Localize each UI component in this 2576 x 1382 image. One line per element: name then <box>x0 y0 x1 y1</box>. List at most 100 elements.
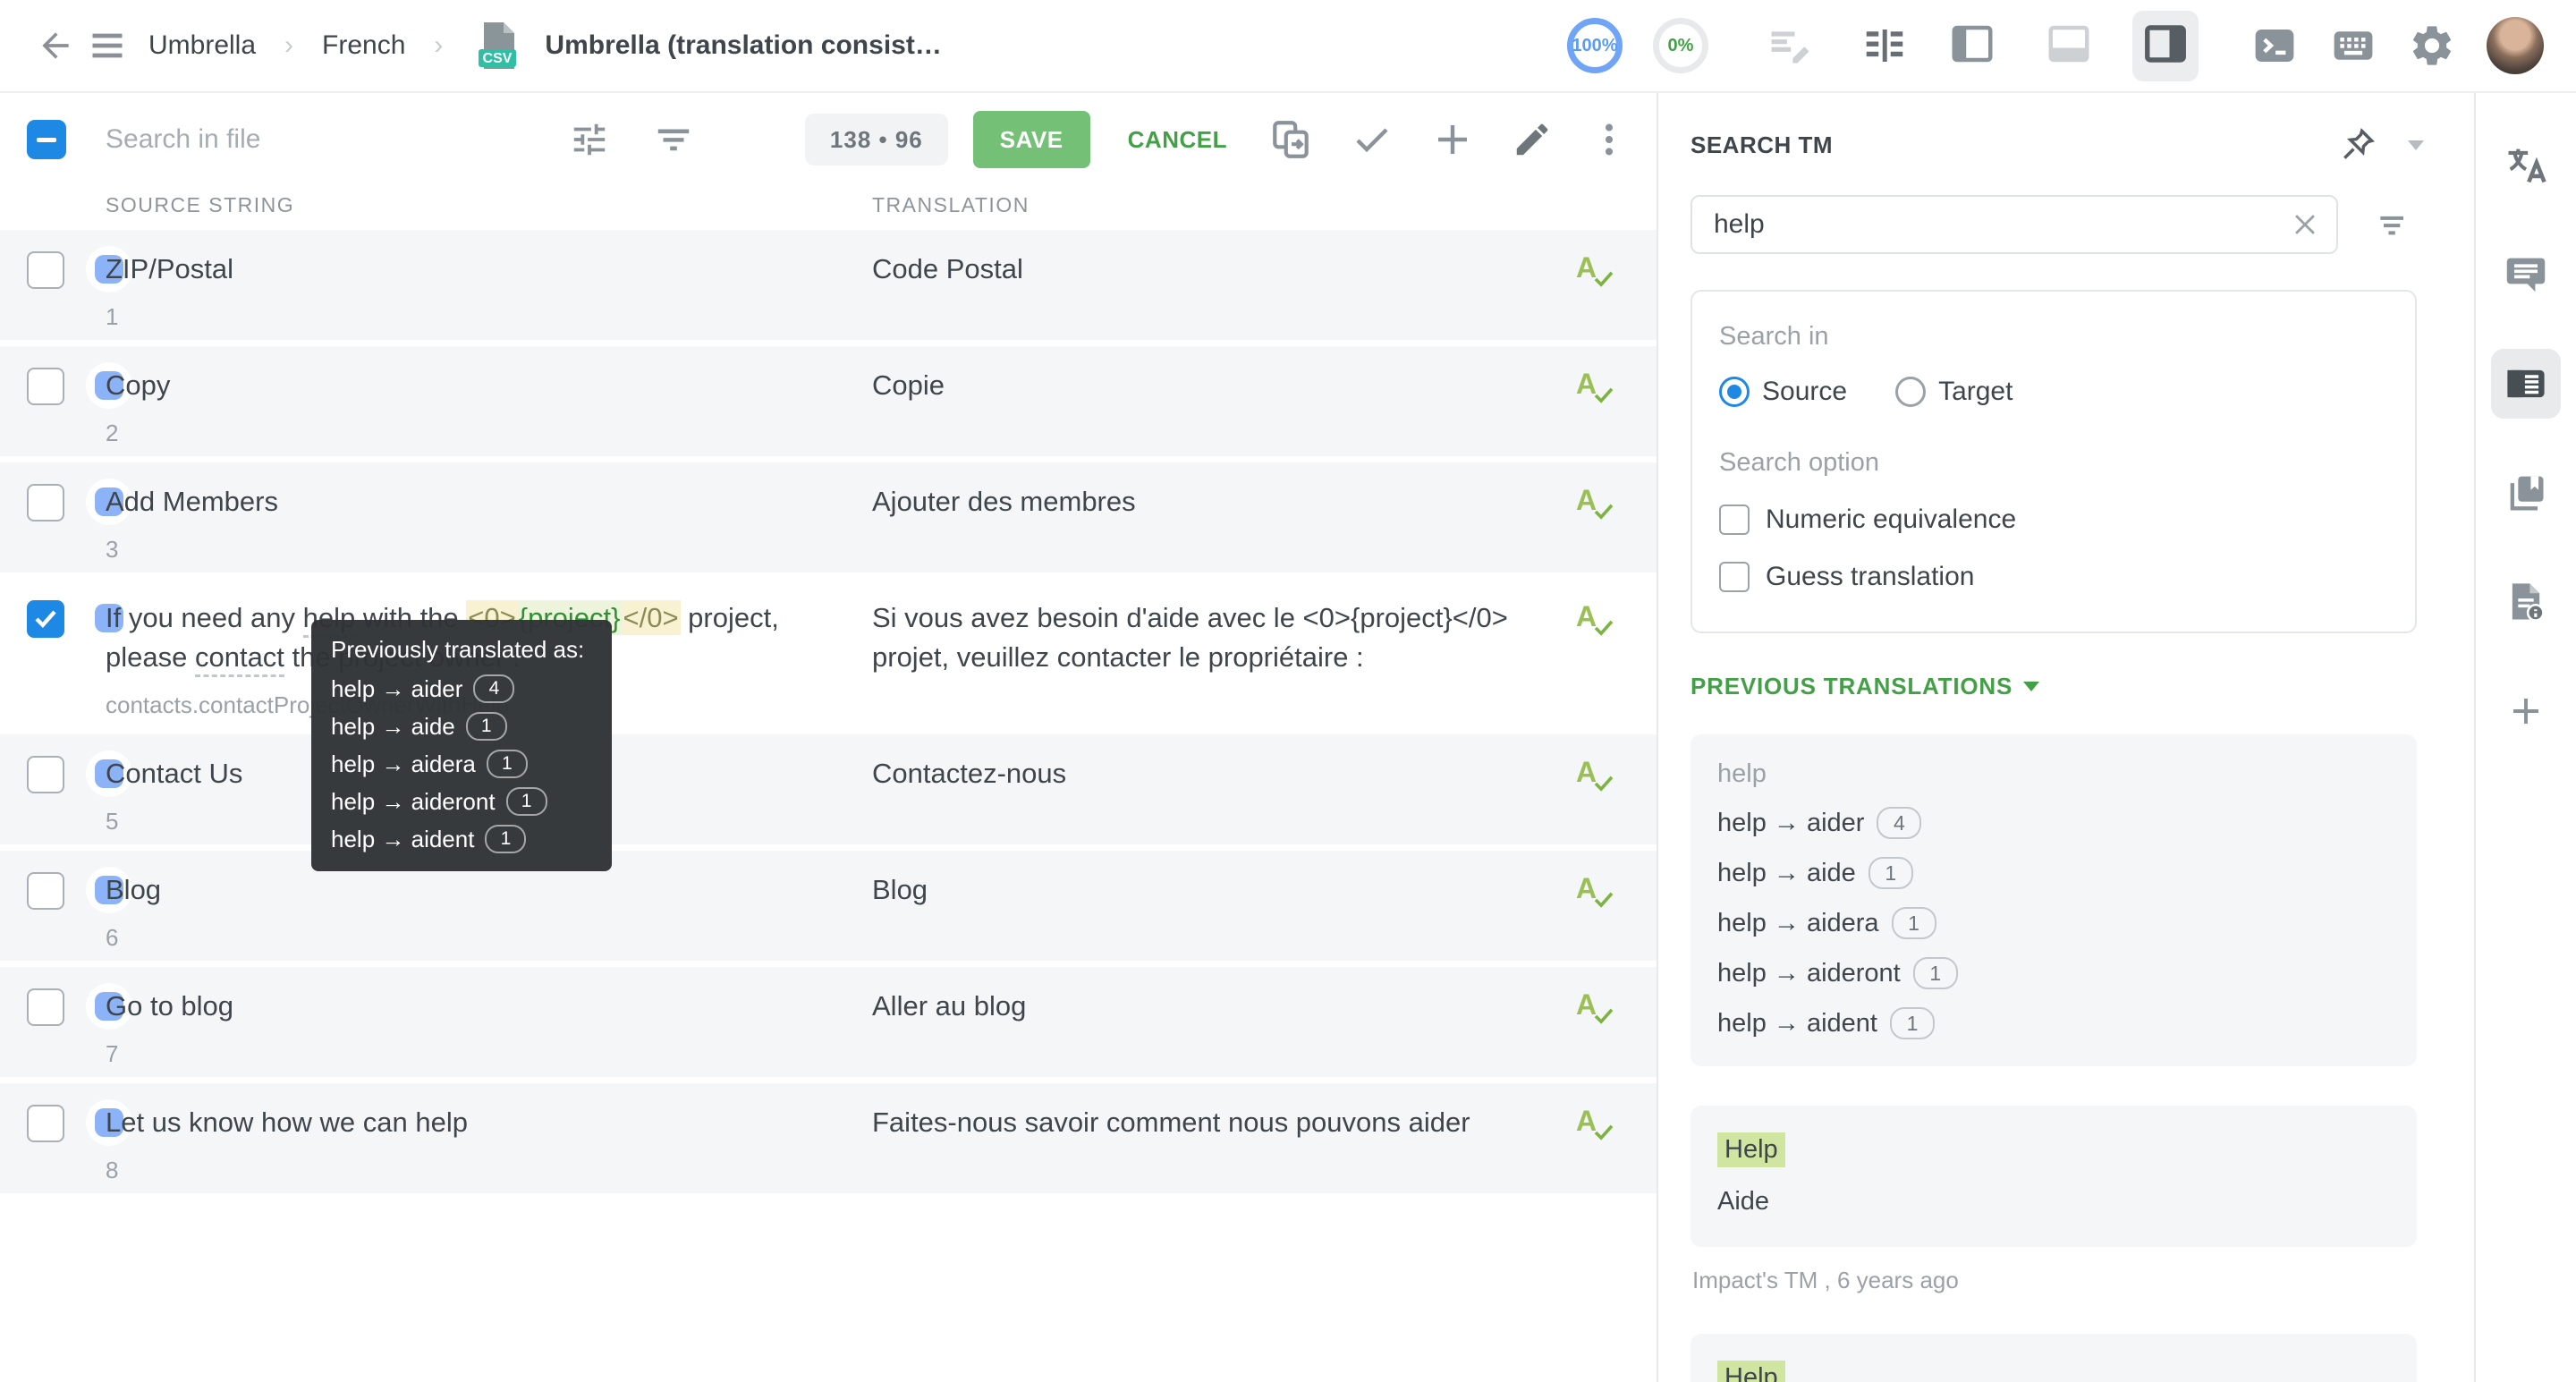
guess-translation-label[interactable]: Guess translation <box>1766 562 1974 592</box>
save-button[interactable]: SAVE <box>973 111 1090 168</box>
row-checkbox[interactable] <box>27 756 64 793</box>
glossary-terms-icon[interactable] <box>2491 458 2561 528</box>
table-row[interactable]: Go to blog 7 Aller au blog A <box>0 967 1657 1077</box>
translated-status-icon: A <box>1576 600 1615 640</box>
settings-gear-icon[interactable] <box>2408 21 2456 70</box>
source-string: Go to blog <box>106 987 872 1026</box>
pin-panel-icon[interactable] <box>2338 125 2377 165</box>
side-by-side-view-icon[interactable] <box>1860 21 1909 70</box>
row-checkbox-checked[interactable] <box>27 600 64 638</box>
breadcrumb-chevron-icon: › <box>284 30 293 61</box>
row-checkbox[interactable] <box>27 251 64 289</box>
count-badge: 1 <box>1868 857 1913 889</box>
source-string: Add Members <box>106 482 872 521</box>
table-header: SOURCE STRING TRANSLATION <box>0 186 1657 230</box>
tm-match-item[interactable]: help → aideront1 <box>1717 957 2390 989</box>
tm-result-source: Help <box>1717 1361 1785 1382</box>
file-context-icon[interactable] <box>2491 567 2561 637</box>
row-checkbox[interactable] <box>27 988 64 1026</box>
string-id: 2 <box>106 420 872 447</box>
source-string: Blog <box>106 870 872 910</box>
row-checkbox[interactable] <box>27 368 64 405</box>
select-all-checkbox[interactable] <box>27 120 66 159</box>
add-string-icon[interactable] <box>1431 118 1474 161</box>
breadcrumb-language[interactable]: French <box>322 30 405 61</box>
search-in-file-input[interactable]: Search in file <box>106 124 526 155</box>
translation-text: Copie <box>872 366 1576 447</box>
target-radio[interactable] <box>1895 377 1926 407</box>
table-row[interactable]: Copy 2 Copie A <box>0 346 1657 456</box>
left-panel-view-icon[interactable] <box>1939 11 2005 81</box>
target-radio-label[interactable]: Target <box>1938 377 2012 407</box>
translated-progress-badge[interactable]: 100% <box>1567 18 1623 73</box>
clear-search-icon[interactable] <box>2290 209 2320 240</box>
count-badge: 4 <box>473 674 514 703</box>
previous-translations-card: help help → aider4 help → aide1 help → a… <box>1690 734 2417 1066</box>
csv-file-icon: CSV <box>479 21 520 71</box>
tm-search-input[interactable] <box>1690 195 2338 254</box>
edit-string-icon[interactable] <box>1512 119 1553 160</box>
row-checkbox[interactable] <box>27 872 64 910</box>
guess-translation-checkbox[interactable] <box>1719 562 1750 592</box>
tm-filter-icon[interactable] <box>2374 205 2413 244</box>
tag-close: </0> <box>622 600 681 635</box>
previous-translations-toggle[interactable]: PREVIOUS TRANSLATIONS <box>1690 673 2424 700</box>
display-settings-icon[interactable] <box>569 119 610 160</box>
breadcrumb-chevron-icon: › <box>434 30 443 61</box>
console-icon[interactable] <box>2250 21 2299 70</box>
string-id: 6 <box>106 924 872 952</box>
table-row[interactable]: Add Members 3 Ajouter des membres A <box>0 462 1657 572</box>
menu-icon[interactable] <box>88 26 127 65</box>
tooltip-item: help → aider4 <box>331 674 592 703</box>
search-tm-tab-icon[interactable] <box>2491 349 2561 419</box>
table-row-selected[interactable]: If you need any help with the <0>{projec… <box>0 579 1657 728</box>
panel-collapse-chevron-icon[interactable] <box>2408 140 2424 150</box>
copy-source-icon[interactable] <box>1268 117 1313 162</box>
svg-text:CSV: CSV <box>483 51 513 66</box>
source-radio-label[interactable]: Source <box>1762 377 1847 407</box>
tm-hint-contact[interactable]: contact <box>195 641 284 677</box>
count-badge: 1 <box>1913 957 1958 989</box>
translation-text: Aller au blog <box>872 987 1576 1068</box>
tooltip-title: Previously translated as: <box>331 636 592 664</box>
search-option-label: Search option <box>1719 448 2388 478</box>
translated-status-icon: A <box>1576 368 1615 407</box>
row-checkbox[interactable] <box>27 1105 64 1142</box>
tm-match-item[interactable]: help → aider4 <box>1717 807 2390 839</box>
tm-result-translation: Aide <box>1717 1187 2390 1217</box>
add-panel-icon[interactable] <box>2491 676 2561 746</box>
count-badge: 1 <box>487 750 528 778</box>
tm-match-item[interactable]: help → aidera1 <box>1717 907 2390 939</box>
right-panel-view-icon[interactable] <box>2132 11 2199 81</box>
table-row[interactable]: Let us know how we can help 8 Faites-nou… <box>0 1083 1657 1193</box>
filter-strings-icon[interactable] <box>653 119 694 160</box>
keyboard-shortcuts-icon[interactable] <box>2329 21 2377 70</box>
source-radio[interactable] <box>1719 377 1750 407</box>
translation-text: Blog <box>872 870 1576 952</box>
tm-result-card[interactable]: Help Aide <box>1690 1106 2417 1247</box>
back-icon[interactable] <box>36 26 75 65</box>
table-row[interactable]: Contact Us 5 Contactez-nous A <box>0 734 1657 844</box>
tm-result-card[interactable]: Help Aide <box>1690 1334 2417 1382</box>
cancel-button[interactable]: CANCEL <box>1128 126 1227 154</box>
approved-progress-badge[interactable]: 0% <box>1653 18 1708 73</box>
more-options-icon[interactable] <box>1589 119 1630 160</box>
right-icon-rail <box>2474 93 2576 1382</box>
row-checkbox[interactable] <box>27 484 64 521</box>
table-row[interactable]: ZIP/Postal 1 Code Postal A <box>0 230 1657 340</box>
comments-icon[interactable] <box>2491 240 2561 309</box>
machine-translation-icon[interactable] <box>2491 131 2561 200</box>
approve-check-icon[interactable] <box>1351 118 1394 161</box>
numeric-equivalence-checkbox[interactable] <box>1719 504 1750 535</box>
tm-match-item[interactable]: help → aident1 <box>1717 1007 2390 1039</box>
translated-status-icon: A <box>1576 1105 1615 1144</box>
edit-strings-icon[interactable] <box>1766 22 1812 69</box>
user-avatar[interactable] <box>2487 17 2544 74</box>
tm-match-item[interactable]: help → aide1 <box>1717 857 2390 889</box>
numeric-equivalence-label[interactable]: Numeric equivalence <box>1766 504 2016 535</box>
bottom-panel-view-icon[interactable] <box>2036 11 2102 81</box>
breadcrumb-project[interactable]: Umbrella <box>148 30 256 61</box>
count-badge: 1 <box>506 787 547 816</box>
source-string: Let us know how we can help <box>106 1103 872 1142</box>
table-row[interactable]: Blog 6 Blog A <box>0 851 1657 961</box>
